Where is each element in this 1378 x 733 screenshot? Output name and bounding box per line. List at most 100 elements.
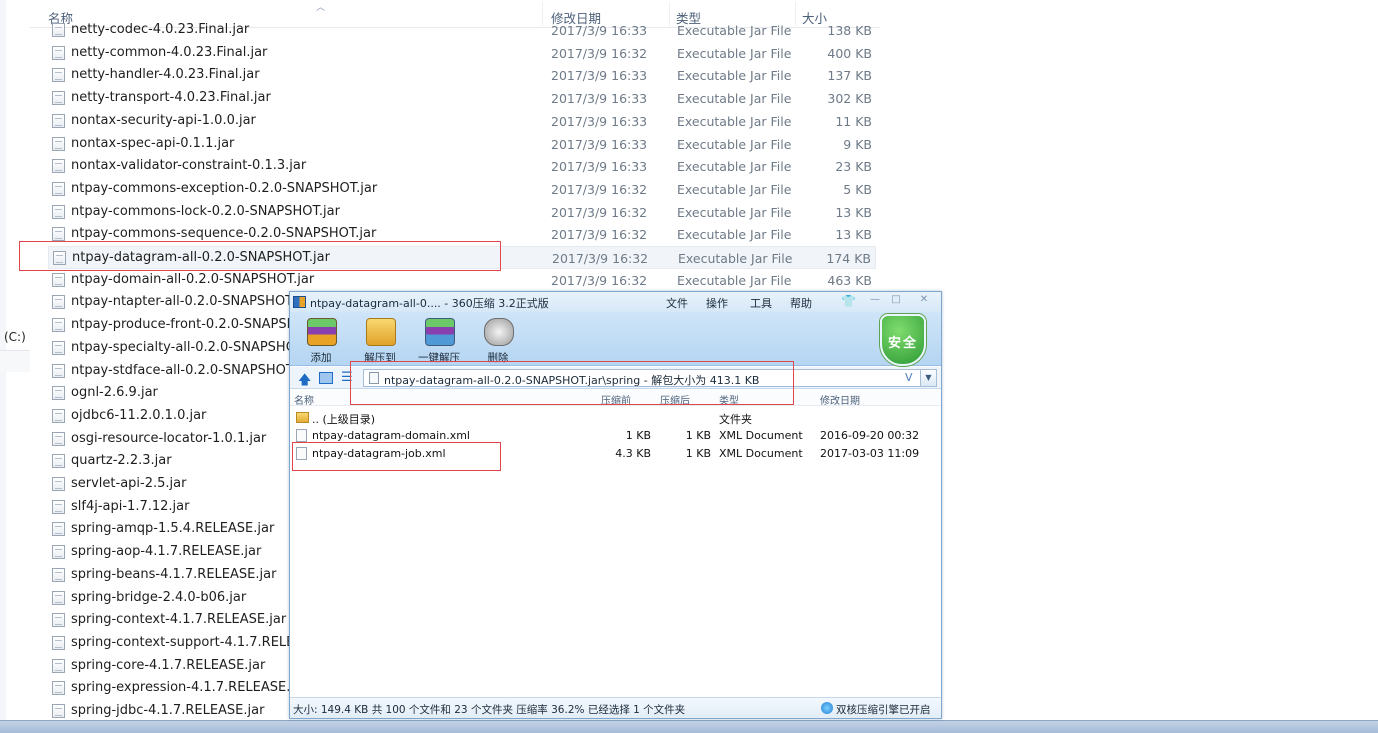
zip-window-title: ntpay-datagram-all-0.... - 360压缩 3.2正式版 — [310, 297, 549, 310]
file-type: Executable Jar File — [677, 181, 792, 197]
skin-shirt-icon[interactable]: 👕 — [841, 294, 856, 308]
file-name: spring-bridge-2.4.0-b06.jar — [71, 589, 247, 605]
entry-type: XML Document — [719, 429, 803, 442]
chevron-down-icon[interactable]: ▼ — [920, 370, 936, 386]
menu-file[interactable]: 文件 — [666, 295, 688, 311]
safe-badge-text: 安全 — [887, 336, 918, 351]
file-row[interactable]: ntpay-datagram-all-0.2.0-SNAPSHOT.jar 201… — [48, 246, 876, 269]
file-modified-date: 2017/3/9 16:33 — [551, 159, 648, 175]
delete-button[interactable]: 删除 — [473, 316, 523, 364]
file-type: Executable Jar File — [677, 113, 792, 129]
file-size: 463 KB — [827, 272, 872, 288]
delete-label: 删除 — [487, 352, 509, 364]
sort-arrow-icon: ︿ — [316, 3, 326, 13]
list-view-icon[interactable]: ☰ — [341, 370, 353, 385]
extract-to-label: 解压到 — [364, 352, 396, 364]
file-size: 138 KB — [827, 23, 872, 38]
extract-folder-icon — [366, 318, 396, 346]
file-name: ntpay-datagram-all-0.2.0-SNAPSHOT.jar — [72, 250, 330, 265]
zip-address-bar: 🡅 ☰ ntpay-datagram-all-0.2.0-SNAPSHOT.ja… — [290, 367, 941, 389]
file-size: 174 KB — [826, 251, 871, 266]
jar-file-icon — [52, 408, 65, 423]
menu-tools[interactable]: 工具 — [750, 295, 772, 311]
navigation-pane-item[interactable] — [0, 350, 30, 372]
entry-modified-date: 2017-03-03 11:09 — [820, 447, 920, 460]
file-row[interactable]: netty-codec-4.0.23.Final.jar 2017/3/9 16:… — [48, 19, 876, 42]
file-row[interactable]: nontax-validator-constraint-0.1.3.jar 201… — [48, 155, 876, 178]
archive-entry-row[interactable]: ntpay-datagram-domain.xml 1 KB 1 KB XML Doc… — [290, 426, 941, 444]
file-row[interactable]: ntpay-commons-lock-0.2.0-SNAPSHOT.jar 201… — [48, 201, 876, 224]
jar-file-icon — [52, 522, 65, 537]
taskbar-edge — [0, 720, 1378, 733]
archive-path-text: ntpay-datagram-all-0.2.0-SNAPSHOT.jar\sp… — [384, 374, 760, 387]
jar-file-icon — [52, 227, 65, 242]
engine-check-icon — [821, 702, 833, 714]
zip-col-type[interactable]: 类型 — [719, 392, 739, 407]
file-modified-date: 2017/3/9 16:33 — [551, 136, 648, 152]
file-row[interactable]: nontax-spec-api-0.1.1.jar 2017/3/9 16:33 E… — [48, 133, 876, 156]
file-row[interactable]: netty-handler-4.0.23.Final.jar 2017/3/9 1… — [48, 64, 876, 87]
archive-path-field[interactable]: ntpay-datagram-all-0.2.0-SNAPSHOT.jar\sp… — [363, 369, 937, 387]
jar-file-icon — [52, 658, 65, 673]
entry-modified-date: 2016-09-20 00:32 — [820, 429, 920, 442]
file-name: spring-core-4.1.7.RELEASE.jar — [71, 657, 266, 673]
file-size: 9 KB — [843, 136, 872, 152]
file-modified-date: 2017/3/9 16:33 — [551, 91, 648, 107]
zip-title-bar[interactable]: ntpay-datagram-all-0.... - 360压缩 3.2正式版 … — [290, 292, 941, 312]
zip-col-modified[interactable]: 修改日期 — [820, 392, 860, 407]
one-click-extract-icon — [425, 318, 455, 346]
view-mode-icon[interactable] — [319, 372, 333, 384]
jar-file-icon — [52, 454, 65, 469]
one-click-extract-label: 一键解压 — [418, 352, 460, 364]
one-click-extract-button[interactable]: 一键解压 — [414, 316, 464, 364]
security-shield-badge[interactable]: 安全 — [880, 314, 926, 366]
file-size: 5 KB — [843, 181, 872, 197]
file-name: netty-transport-4.0.23.Final.jar — [71, 90, 271, 106]
file-type: Executable Jar File — [678, 251, 793, 266]
jar-file-icon — [52, 545, 65, 560]
close-icon[interactable]: ✕ — [917, 294, 931, 307]
file-row[interactable]: ntpay-commons-exception-0.2.0-SNAPSHOT.j… — [48, 178, 876, 201]
entry-original-size: 1 KB — [685, 429, 711, 442]
file-row[interactable]: ntpay-commons-sequence-0.2.0-SNAPSHOT.ja… — [48, 223, 876, 246]
drive-c-label[interactable]: (C:) — [4, 330, 26, 344]
archive-entry-row[interactable]: ntpay-datagram-job.xml 4.3 KB 1 KB XML Docu… — [290, 444, 941, 462]
jar-file-icon — [52, 567, 65, 582]
file-name: ognl-2.6.9.jar — [71, 385, 158, 401]
jar-file-icon — [52, 23, 65, 37]
file-icon — [369, 372, 379, 384]
jar-file-icon — [52, 635, 65, 650]
file-modified-date: 2017/3/9 16:32 — [552, 251, 649, 266]
file-row[interactable]: netty-transport-4.0.23.Final.jar 2017/3/9… — [48, 87, 876, 110]
file-name: osgi-resource-locator-1.0.1.jar — [71, 430, 267, 446]
add-button[interactable]: 添加 — [296, 316, 346, 364]
file-size: 13 KB — [835, 227, 872, 243]
zip-col-name[interactable]: 名称 — [294, 392, 314, 407]
file-size: 13 KB — [835, 204, 872, 220]
zip-col-packed[interactable]: 压缩前 — [601, 392, 631, 407]
jar-file-icon — [52, 318, 65, 333]
file-type: Executable Jar File — [677, 91, 792, 107]
file-modified-date: 2017/3/9 16:32 — [551, 181, 648, 197]
zip-col-original[interactable]: 压缩后 — [660, 392, 690, 407]
menu-help[interactable]: 帮助 — [790, 295, 812, 311]
jar-file-icon — [52, 295, 65, 310]
file-type: Executable Jar File — [677, 272, 792, 288]
file-row[interactable]: nontax-security-api-1.0.0.jar 2017/3/9 16… — [48, 110, 876, 133]
file-row[interactable]: netty-common-4.0.23.Final.jar 2017/3/9 16… — [48, 42, 876, 65]
menu-operation[interactable]: 操作 — [706, 295, 728, 311]
minimize-icon[interactable]: — — [868, 294, 882, 307]
archive-status-text: 大小: 149.4 KB 共 100 个文件和 23 个文件夹 压缩率 36.2… — [293, 704, 686, 716]
file-name: netty-handler-4.0.23.Final.jar — [71, 67, 260, 83]
file-row[interactable]: ntpay-domain-all-0.2.0-SNAPSHOT.jar 2017/… — [48, 269, 876, 292]
parent-folder-row[interactable]: .. (上级目录) 文件夹 — [290, 408, 941, 426]
zip-column-header: 名称 压缩前 压缩后 类型 修改日期 — [290, 390, 941, 407]
folder-icon — [296, 412, 309, 423]
maximize-icon[interactable]: □ — [889, 294, 903, 307]
entry-type: XML Document — [719, 447, 803, 460]
entry-packed-size: 4.3 KB — [615, 447, 651, 460]
extract-to-button[interactable]: 解压到 — [355, 316, 405, 364]
address-v-glyph: V — [905, 371, 913, 384]
jar-file-icon — [52, 681, 65, 696]
file-type: Executable Jar File — [677, 68, 792, 84]
